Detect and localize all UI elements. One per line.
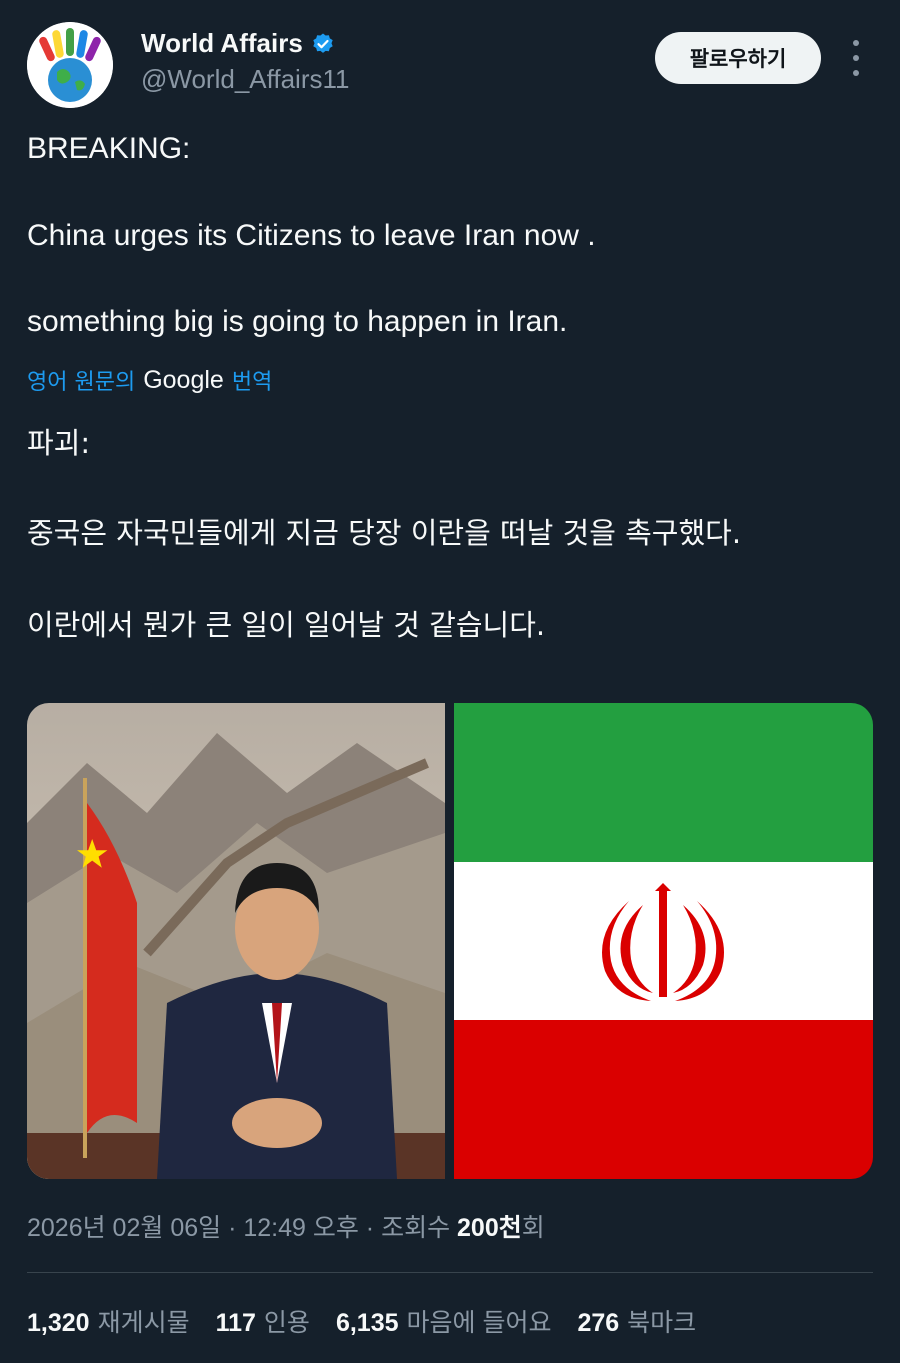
divider [27, 1272, 873, 1273]
author-handle[interactable]: @World_Affairs11 [141, 64, 349, 95]
view-count: 200천 [457, 1214, 522, 1242]
google-logo: Google [143, 365, 224, 394]
engagement-stats: 1,320 재게시물 117 인용 6,135 마음에 들어요 276 북마크 [27, 1303, 696, 1339]
stat-count: 6,135 [335, 1309, 399, 1337]
tweet-text-line: something big is going to happen in Iran… [27, 305, 568, 338]
translated-text-line: 이란에서 뭔가 큰 일이 일어날 것 같습니다. [27, 608, 546, 642]
stat-label: 마음에 들어요 [406, 1309, 552, 1337]
more-dot [853, 70, 859, 76]
view-count-suffix: 회 [521, 1214, 545, 1242]
translation-attribution[interactable]: 영어 원문의 Google 번역 [27, 364, 272, 396]
stat-count: 276 [577, 1309, 620, 1337]
tweet-meta: 2026년 02월 06일 · 12:49 오후 · 조회수 200천회 [27, 1208, 545, 1244]
tweet-text-line: BREAKING: [27, 132, 191, 165]
stat-label: 인용 [263, 1309, 310, 1337]
stat-count: 1,320 [27, 1309, 90, 1337]
tweet-header: World Affairs @World_Affairs11 팔로우하기 [0, 0, 900, 120]
tweet-media[interactable] [27, 703, 873, 1179]
translated-text-line: 파괴: [27, 426, 91, 460]
tweet-text-line: China urges its Citizens to leave Iran n… [27, 219, 596, 252]
translated-text-line: 중국은 자국민들에게 지금 당장 이란을 떠날 것을 촉구했다. [27, 516, 742, 550]
author-name[interactable]: World Affairs [141, 28, 303, 59]
follow-button[interactable]: 팔로우하기 [655, 32, 821, 84]
stat-bookmarks[interactable]: 276 북마크 [577, 1303, 696, 1339]
stat-label: 재게시물 [97, 1309, 190, 1337]
more-options-icon[interactable] [846, 40, 866, 76]
translation-suffix: 번역 [231, 370, 273, 395]
tweet-timestamp[interactable]: 2026년 02월 06일 · 12:49 오후 · 조회수 [27, 1214, 457, 1242]
stat-label: 북마크 [627, 1309, 697, 1337]
translation-prefix: 영어 원문의 [27, 370, 136, 395]
more-dot [853, 55, 859, 61]
verified-badge-icon [313, 33, 333, 53]
avatar[interactable] [27, 22, 113, 108]
more-dot [853, 40, 859, 46]
media-iran-flag[interactable] [454, 703, 873, 1179]
media-photo-leader[interactable] [27, 703, 445, 1179]
stat-quotes[interactable]: 117 인용 [216, 1303, 310, 1339]
stat-count: 117 [215, 1309, 256, 1337]
stat-likes[interactable]: 6,135 마음에 들어요 [336, 1303, 552, 1339]
author-name-row[interactable]: World Affairs [141, 28, 335, 59]
stat-reposts[interactable]: 1,320 재게시물 [27, 1303, 190, 1339]
